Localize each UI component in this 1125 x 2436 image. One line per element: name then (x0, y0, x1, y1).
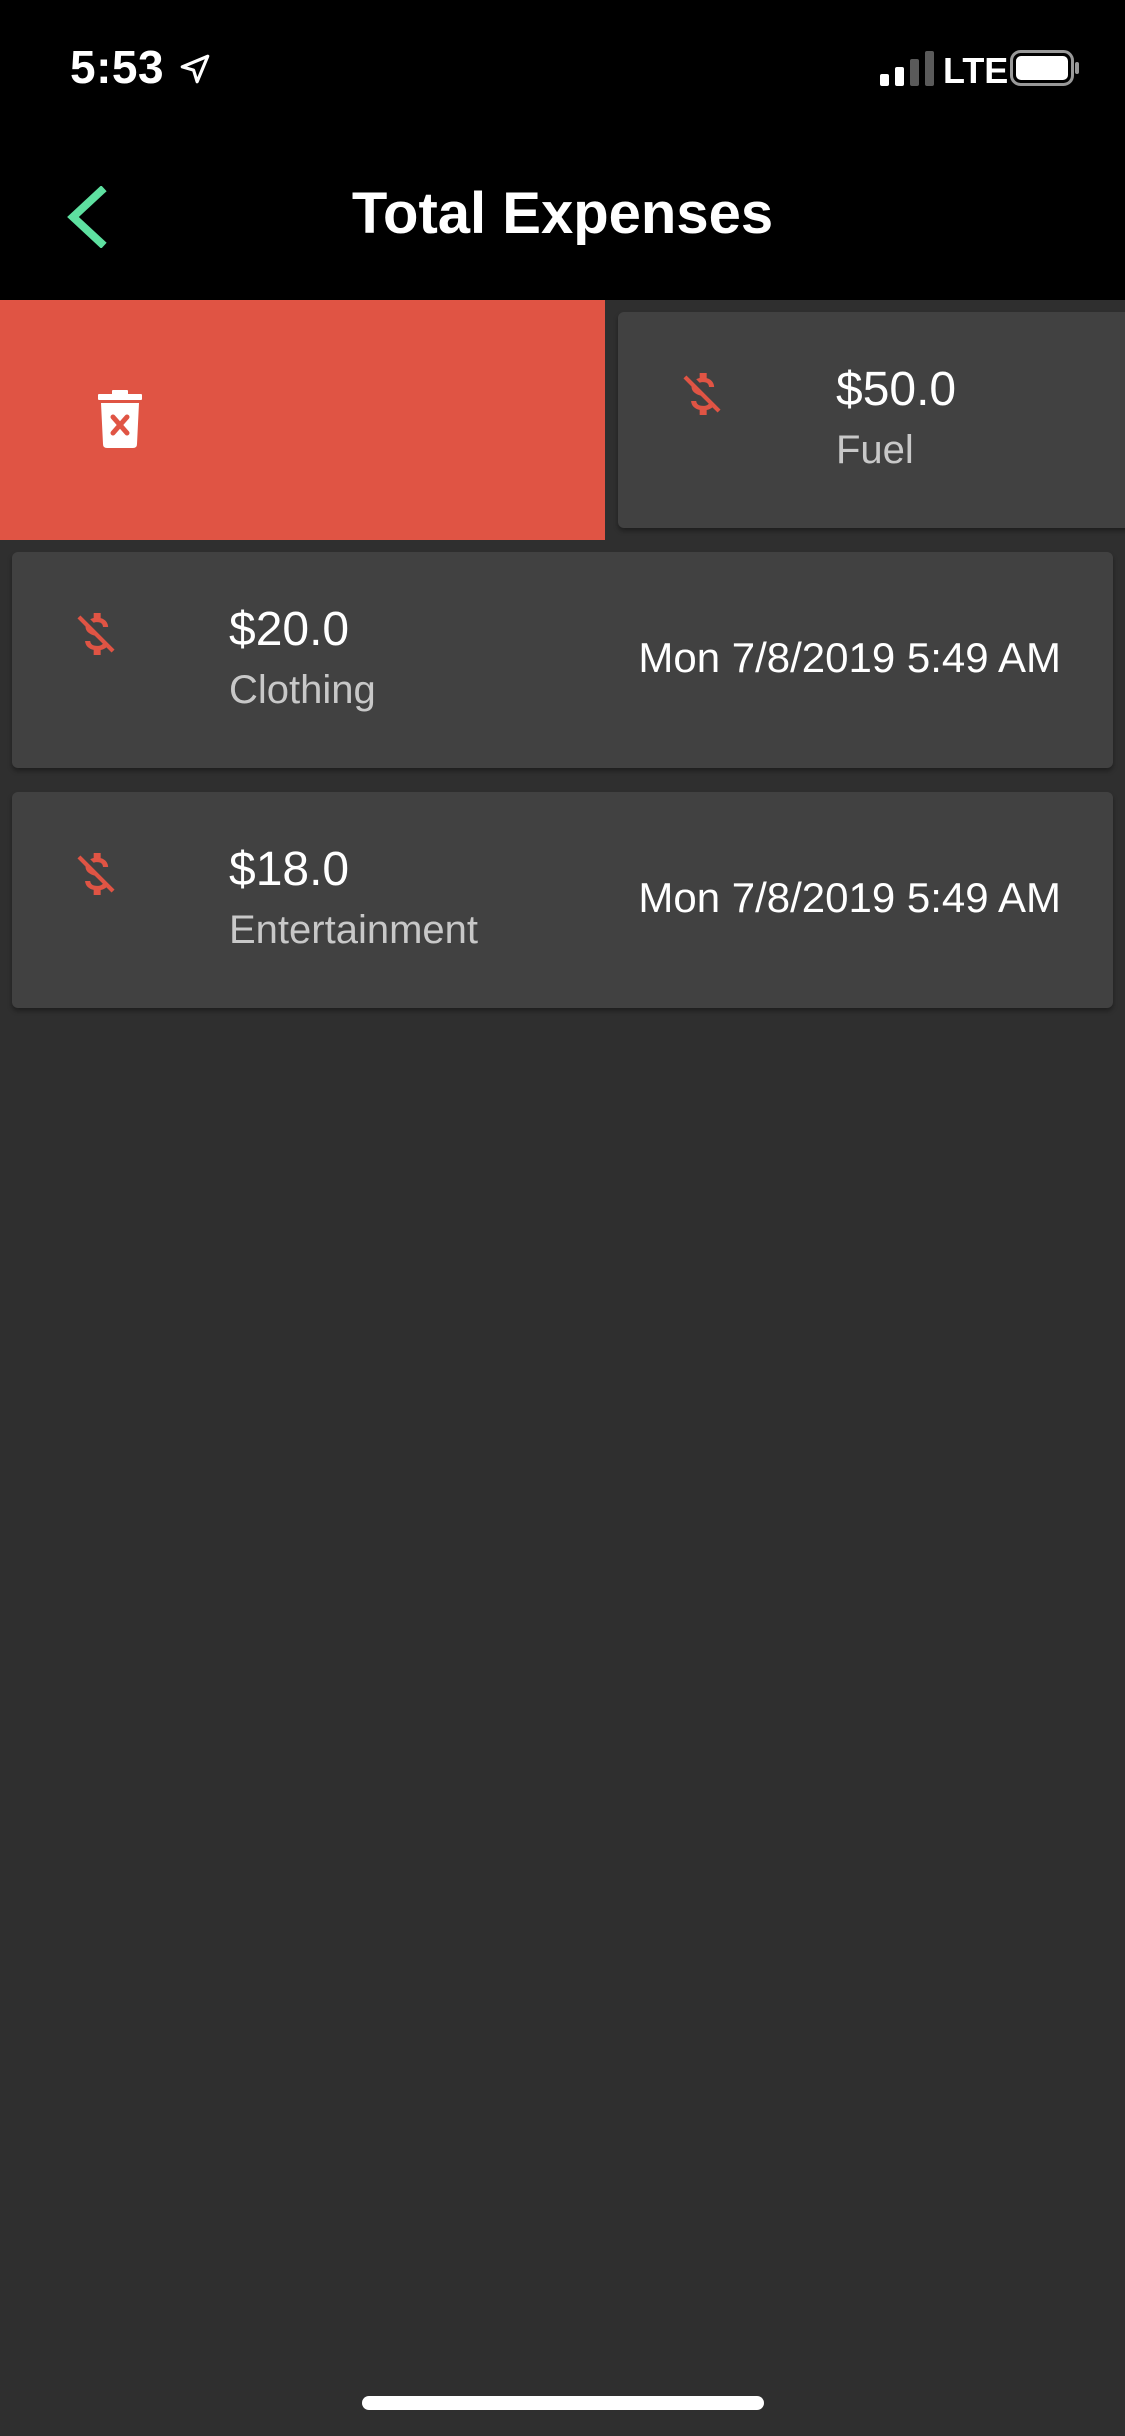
delete-button[interactable] (0, 300, 605, 540)
expense-category: Clothing (229, 668, 376, 712)
expense-category: Fuel (836, 428, 914, 472)
network-label: LTE (943, 50, 1009, 91)
expense-amount: $50.0 (836, 363, 957, 416)
home-indicator[interactable] (362, 2396, 764, 2410)
location-arrow-icon (180, 54, 210, 84)
page-title: Total Expenses (351, 181, 774, 246)
expense-amount: $18.0 (229, 843, 350, 896)
expense-card[interactable]: $50.0 Fuel (618, 312, 1125, 528)
swiped-expense-row: $50.0 Fuel (0, 300, 1125, 540)
battery-icon (1010, 50, 1079, 86)
expense-card[interactable]: $18.0 Entertainment Mon 7/8/2019 5:49 AM (12, 792, 1113, 1008)
expense-category: Entertainment (229, 908, 479, 952)
trash-delete-icon (98, 390, 142, 448)
cellular-signal-icon (880, 51, 934, 86)
nav-bar: Total Expenses (0, 132, 1125, 300)
expense-date: Mon 7/8/2019 5:49 AM (638, 874, 1061, 921)
money-off-icon (683, 373, 721, 415)
status-bar: 5:53 LTE (0, 0, 1125, 132)
expense-card[interactable]: $20.0 Clothing Mon 7/8/2019 5:49 AM (12, 552, 1113, 768)
expenses-screen: 5:53 LTE Total Expenses $50.0 Fuel $20.0… (0, 0, 1125, 2436)
money-off-icon (77, 853, 115, 895)
status-time: 5:53 (70, 41, 165, 93)
expense-amount: $20.0 (229, 603, 350, 656)
expense-date: Mon 7/8/2019 5:49 AM (638, 634, 1061, 681)
money-off-icon (77, 613, 115, 655)
